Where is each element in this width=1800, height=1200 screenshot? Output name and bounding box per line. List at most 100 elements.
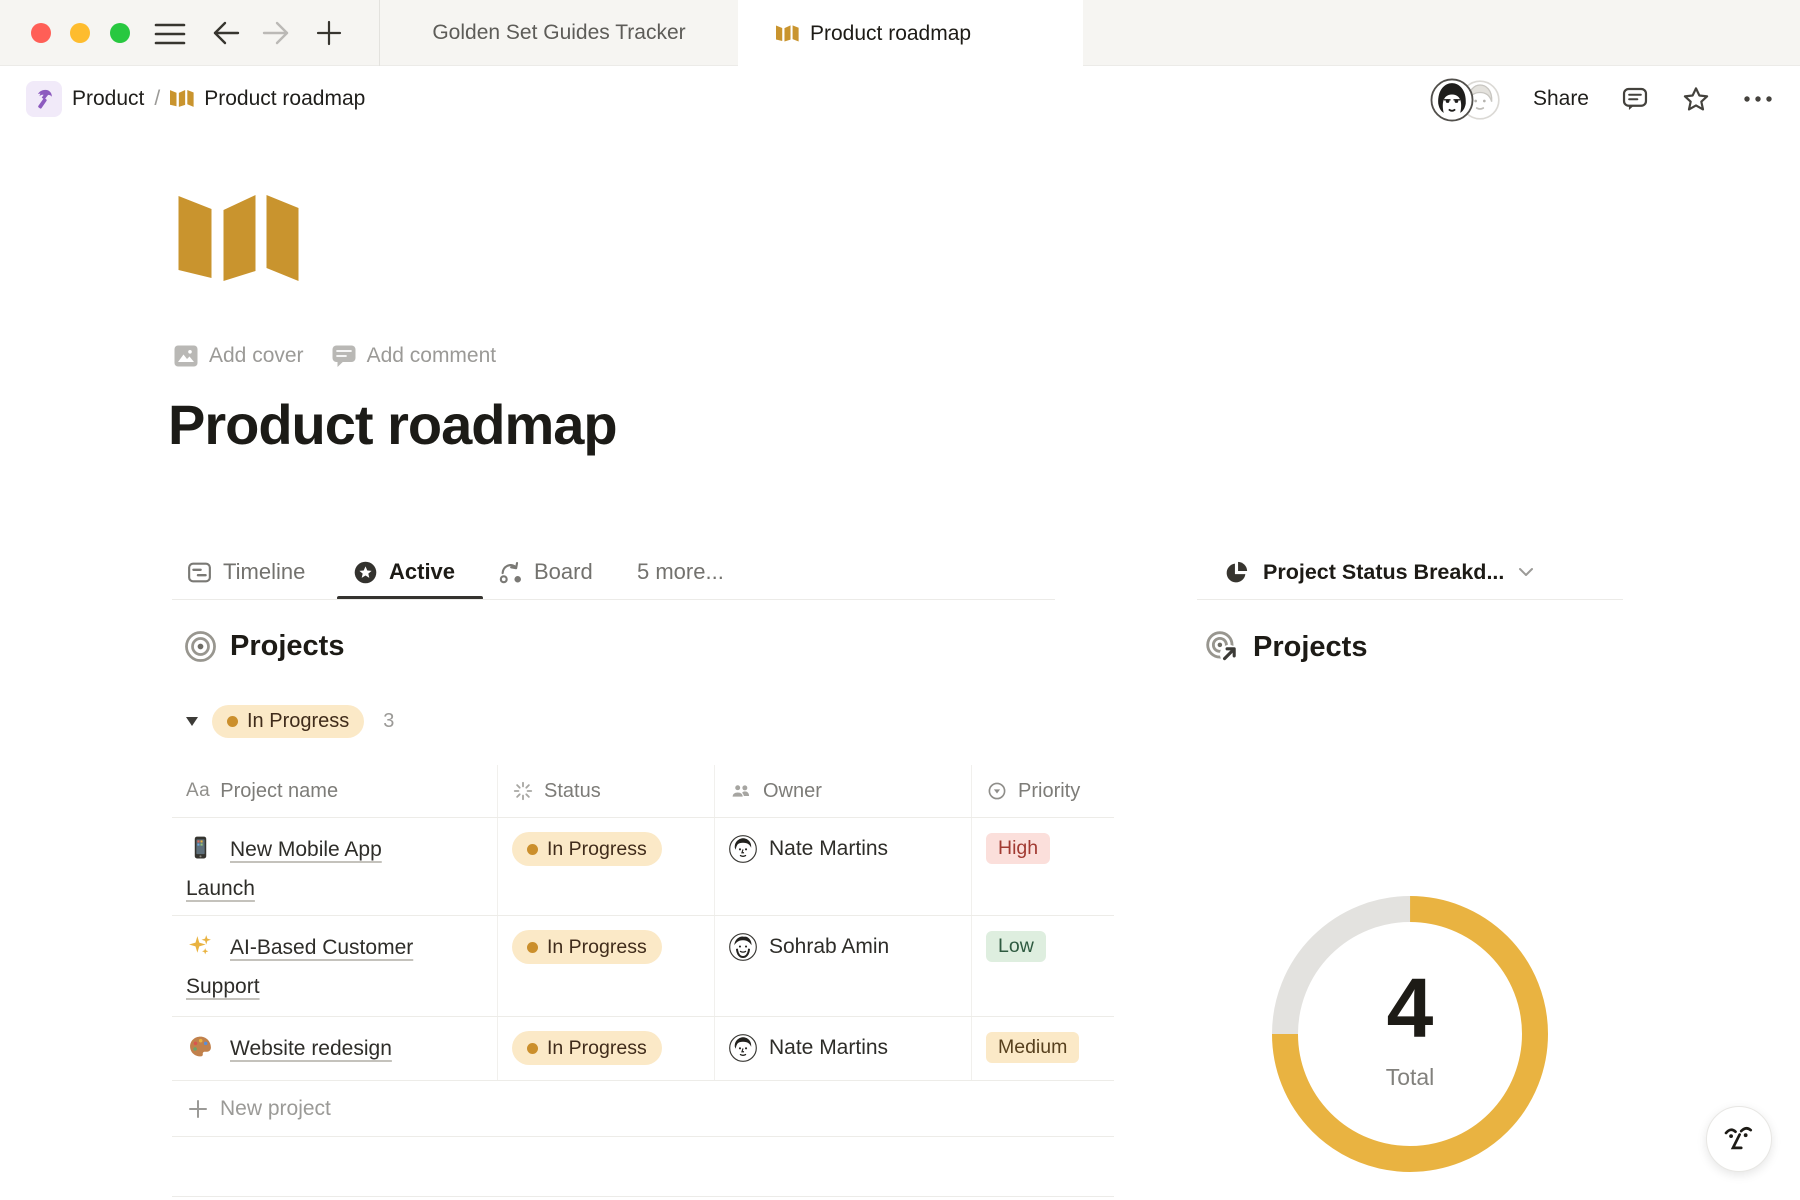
cell-owner[interactable]: Sohrab Amin (715, 916, 972, 1016)
add-comment-button[interactable]: Add comment (332, 344, 497, 368)
pie-chart-icon (1224, 560, 1249, 585)
priority-pill: Medium (986, 1032, 1079, 1063)
priority-pill: High (986, 833, 1050, 864)
new-project-button[interactable]: New project (172, 1081, 1114, 1137)
cell-status[interactable]: In Progress (498, 916, 715, 1016)
chart-view-selector[interactable]: Project Status Breakd... (1224, 552, 1534, 592)
map-icon (170, 89, 194, 109)
tab-board[interactable]: Board (497, 552, 593, 592)
window-titlebar: Golden Set Guides Tracker Product roadma… (0, 0, 1800, 66)
projects-title[interactable]: Projects (230, 630, 344, 663)
chart-total-label: Total (1254, 1064, 1566, 1091)
cell-project-name[interactable]: AI-Based Customer Support (172, 916, 498, 1016)
priority-icon (986, 780, 1008, 802)
favorite-star-icon[interactable] (1681, 85, 1711, 114)
avatar-front (1430, 78, 1474, 122)
tab-label: Product roadmap (810, 22, 971, 46)
tab-golden-set-guides-tracker[interactable]: Golden Set Guides Tracker (380, 0, 738, 66)
priority-pill: Low (986, 931, 1046, 962)
table-row: AI-Based Customer Support In Progress So… (172, 916, 1114, 1017)
more-views-button[interactable]: 5 more... (637, 552, 724, 592)
breadcrumb-product[interactable]: Product (72, 87, 144, 111)
owner-avatar (729, 933, 757, 961)
sidebar-menu-icon[interactable] (152, 22, 188, 46)
cell-owner[interactable]: Nate Martins (715, 818, 972, 915)
share-button[interactable]: Share (1533, 87, 1589, 111)
sparkles-icon (188, 933, 213, 958)
column-header-status[interactable]: Status (498, 765, 715, 817)
header-actions: Share (1430, 66, 1774, 132)
page-title[interactable]: Product roadmap (168, 392, 617, 457)
group-in-progress: In Progress 3 (186, 705, 394, 738)
mobile-phone-icon (188, 835, 213, 860)
people-icon (729, 780, 753, 802)
tab-label: Golden Set Guides Tracker (432, 21, 685, 45)
new-tab-icon[interactable] (316, 20, 342, 46)
target-icon (184, 630, 217, 663)
column-header-project-name[interactable]: Aa Project name (172, 765, 498, 817)
ai-face-icon (1720, 1120, 1758, 1158)
cell-project-name[interactable]: Website redesign (172, 1017, 498, 1080)
zoom-window-button[interactable] (110, 23, 130, 43)
timeline-icon (186, 559, 213, 586)
page-decoration-actions: Add cover Add comment (174, 338, 496, 374)
notion-ai-button[interactable] (1706, 1106, 1772, 1172)
add-cover-button[interactable]: Add cover (174, 344, 304, 368)
group-status-pill[interactable]: In Progress (212, 705, 364, 738)
column-header-owner[interactable]: Owner (715, 765, 972, 817)
table-bottom-divider (172, 1196, 1114, 1197)
plus-icon (188, 1099, 208, 1119)
project-link[interactable]: New Mobile App Launch (186, 838, 382, 900)
cell-project-name[interactable]: New Mobile App Launch (172, 818, 498, 915)
star-circle-icon (352, 559, 379, 586)
tab-product-roadmap[interactable]: Product roadmap (738, 0, 1083, 67)
page-icon-map[interactable] (178, 195, 301, 287)
map-icon (776, 24, 799, 44)
chart-total-value: 4 (1254, 966, 1566, 1050)
table-row: Website redesign In Progress Nate Martin… (172, 1017, 1114, 1081)
right-panel-divider (1197, 599, 1623, 600)
cell-owner[interactable]: Nate Martins (715, 1017, 972, 1080)
more-options-icon[interactable] (1742, 94, 1774, 104)
status-spinner-icon (512, 780, 534, 802)
cell-status[interactable]: In Progress (498, 818, 715, 915)
views-divider (172, 599, 1055, 600)
status-dot (527, 942, 538, 953)
table-header-row: Aa Project name Status (172, 765, 1114, 818)
product-workspace-icon[interactable] (26, 81, 62, 117)
project-link[interactable]: Website redesign (230, 1037, 392, 1060)
table-row: New Mobile App Launch In Progress Nate M… (172, 818, 1114, 916)
status-dot (527, 844, 538, 855)
page-header: Product / Product roadmap (0, 66, 1800, 132)
tab-active[interactable]: Active (352, 552, 455, 592)
projects-table: Aa Project name Status (172, 765, 1114, 1081)
breadcrumb-page[interactable]: Product roadmap (204, 87, 365, 111)
project-link[interactable]: AI-Based Customer Support (186, 936, 413, 998)
presence-avatars[interactable] (1430, 78, 1502, 120)
tab-timeline[interactable]: Timeline (186, 552, 305, 592)
linked-projects-title[interactable]: Projects (1253, 631, 1367, 664)
comments-icon[interactable] (1620, 85, 1650, 113)
board-flow-icon (497, 559, 524, 586)
cell-status[interactable]: In Progress (498, 1017, 715, 1080)
column-header-priority[interactable]: Priority (972, 765, 1114, 817)
cell-priority[interactable]: Low (972, 916, 1114, 1016)
minimize-window-button[interactable] (70, 23, 90, 43)
collapse-toggle-icon[interactable] (186, 717, 198, 726)
linked-target-icon (1204, 630, 1240, 664)
image-icon (174, 345, 198, 367)
owner-avatar (729, 835, 757, 863)
close-window-button[interactable] (31, 23, 51, 43)
cell-priority[interactable]: Medium (972, 1017, 1114, 1080)
back-icon[interactable] (212, 20, 240, 46)
cell-priority[interactable]: High (972, 818, 1114, 915)
owner-avatar (729, 1034, 757, 1062)
forward-icon[interactable] (262, 20, 290, 46)
artist-palette-icon (188, 1034, 213, 1059)
projects-section-header: Projects (184, 630, 344, 663)
status-dot (527, 1043, 538, 1054)
breadcrumb: Product / Product roadmap (26, 66, 365, 132)
breadcrumb-separator: / (154, 87, 160, 111)
text-type-icon: Aa (186, 780, 210, 802)
linked-projects-section-header: Projects (1204, 630, 1367, 664)
